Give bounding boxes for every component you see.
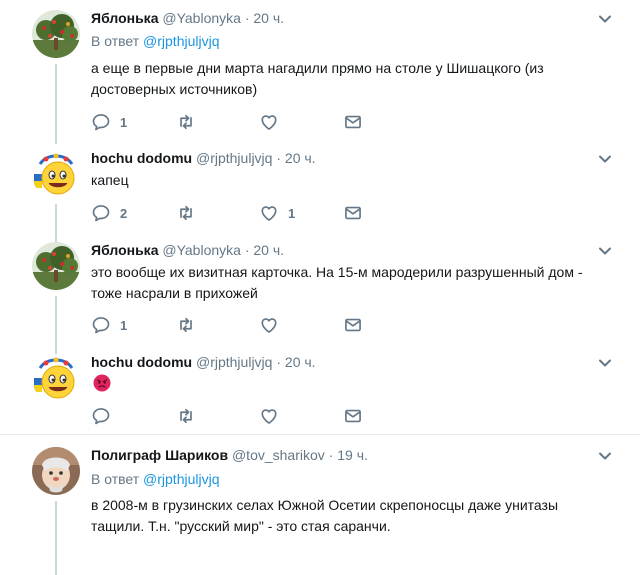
author-name[interactable]: Яблонька — [91, 242, 158, 258]
separator-dot: · — [328, 447, 334, 463]
avatar[interactable] — [32, 10, 80, 58]
dm-icon — [343, 203, 363, 223]
tweet-text: в 2008-м в грузинских селах Южной Осетии… — [91, 497, 559, 534]
author-name[interactable]: Яблонька — [91, 10, 158, 26]
author-name[interactable]: hochu dodomu — [91, 354, 192, 370]
separator-dot: · — [276, 150, 282, 166]
reply-button[interactable]: 2 — [91, 203, 127, 223]
tweet[interactable]: hochu dodomu @rjpthjuljvjq · 20 ч. — [0, 344, 640, 432]
retweet-button[interactable] — [176, 203, 205, 223]
author-handle[interactable]: @tov_sharikov — [232, 447, 325, 463]
reply-context: В ответ @rjpthjuljvjq — [91, 33, 220, 49]
reply-button[interactable]: 1 — [91, 315, 127, 335]
reply-icon — [91, 406, 111, 426]
dm-button[interactable] — [343, 203, 363, 223]
retweet-icon — [176, 112, 196, 132]
like-button[interactable] — [259, 112, 288, 132]
like-button[interactable] — [259, 315, 288, 335]
tweet-header: hochu dodomu @rjpthjuljvjq · 20 ч. — [91, 150, 316, 166]
heart-icon — [259, 112, 279, 132]
tweet[interactable]: hochu dodomu @rjpthjuljvjq · 20 ч. капец… — [0, 140, 640, 244]
chevron-down-icon[interactable] — [598, 244, 612, 258]
chevron-down-icon[interactable] — [598, 152, 612, 166]
reply-icon — [91, 315, 111, 335]
thread-line — [55, 501, 57, 575]
retweet-button[interactable] — [176, 406, 196, 426]
reply-button[interactable] — [91, 406, 111, 426]
tweet-header: hochu dodomu @rjpthjuljvjq · 20 ч. — [91, 354, 316, 370]
dm-icon — [343, 112, 363, 132]
thread-line — [55, 64, 57, 144]
tweet-header: Полиграф Шариков @tov_sharikov · 19 ч. — [91, 447, 368, 463]
avatar[interactable] — [32, 150, 80, 198]
retweet-button[interactable] — [176, 112, 205, 132]
like-button[interactable]: 1 — [259, 203, 295, 223]
timestamp[interactable]: 19 ч. — [337, 447, 368, 463]
dm-icon — [343, 406, 363, 426]
reply-prefix: В ответ — [91, 471, 140, 487]
avatar[interactable] — [32, 242, 80, 290]
angry-face-emoji — [93, 374, 111, 392]
tweet[interactable]: Яблонька @Yablonyka · 20 ч. В ответ @rjp… — [0, 0, 640, 144]
author-handle[interactable]: @Yablonyka — [162, 242, 241, 258]
author-name[interactable]: hochu dodomu — [91, 150, 192, 166]
chevron-down-icon[interactable] — [598, 356, 612, 370]
timestamp[interactable]: 20 ч. — [285, 354, 316, 370]
separator-dot: · — [276, 354, 282, 370]
author-handle[interactable]: @rjpthjuljvjq — [196, 354, 272, 370]
reply-context: В ответ @rjpthjuljvjq — [91, 471, 220, 487]
avatar[interactable] — [32, 447, 80, 495]
retweet-icon — [176, 315, 196, 335]
reply-prefix: В ответ — [91, 33, 140, 49]
like-count: 1 — [288, 205, 296, 221]
dm-button[interactable] — [343, 406, 363, 426]
retweet-icon — [176, 406, 196, 426]
author-name[interactable]: Полиграф Шариков — [91, 447, 228, 463]
reply-icon — [91, 112, 111, 132]
heart-icon — [259, 315, 279, 335]
dm-button[interactable] — [343, 315, 363, 335]
tweet-text: это вообще их визитная карточка. На 15-м… — [91, 264, 583, 301]
separator-dot: · — [244, 10, 250, 26]
separator-dot: · — [244, 242, 250, 258]
chevron-down-icon[interactable] — [598, 12, 612, 26]
reply-count: 1 — [120, 114, 128, 130]
reply-to-link[interactable]: @rjpthjuljvjq — [143, 33, 219, 49]
retweet-button[interactable] — [176, 315, 205, 335]
heart-icon — [259, 406, 279, 426]
avatar[interactable] — [32, 354, 80, 402]
heart-icon — [259, 203, 279, 223]
dm-button[interactable] — [343, 112, 363, 132]
author-handle[interactable]: @Yablonyka — [162, 10, 241, 26]
tweet[interactable]: Полиграф Шариков @tov_sharikov · 19 ч. В… — [0, 435, 640, 575]
reply-icon — [91, 203, 111, 223]
dm-icon — [343, 315, 363, 335]
author-handle[interactable]: @rjpthjuljvjq — [196, 150, 272, 166]
timestamp[interactable]: 20 ч. — [253, 242, 284, 258]
reply-button[interactable]: 1 — [91, 112, 127, 132]
tweet-header: Яблонька @Yablonyka · 20 ч. — [91, 10, 284, 26]
tweet[interactable]: Яблонька @Yablonyka · 20 ч. это вообще и… — [0, 232, 640, 354]
chevron-down-icon[interactable] — [598, 449, 612, 463]
tweet-text: а еще в первые дни марта нагадили прямо … — [91, 60, 544, 97]
reply-count: 1 — [120, 317, 128, 333]
like-button[interactable] — [259, 406, 279, 426]
tweet-thread: Яблонька @Yablonyka · 20 ч. В ответ @rjp… — [0, 0, 640, 575]
reply-count: 2 — [120, 205, 128, 221]
tweet-header: Яблонька @Yablonyka · 20 ч. — [91, 242, 284, 258]
timestamp[interactable]: 20 ч. — [253, 10, 284, 26]
reply-to-link[interactable]: @rjpthjuljvjq — [143, 471, 219, 487]
tweet-text: капец — [91, 172, 129, 188]
timestamp[interactable]: 20 ч. — [285, 150, 316, 166]
retweet-icon — [176, 203, 196, 223]
